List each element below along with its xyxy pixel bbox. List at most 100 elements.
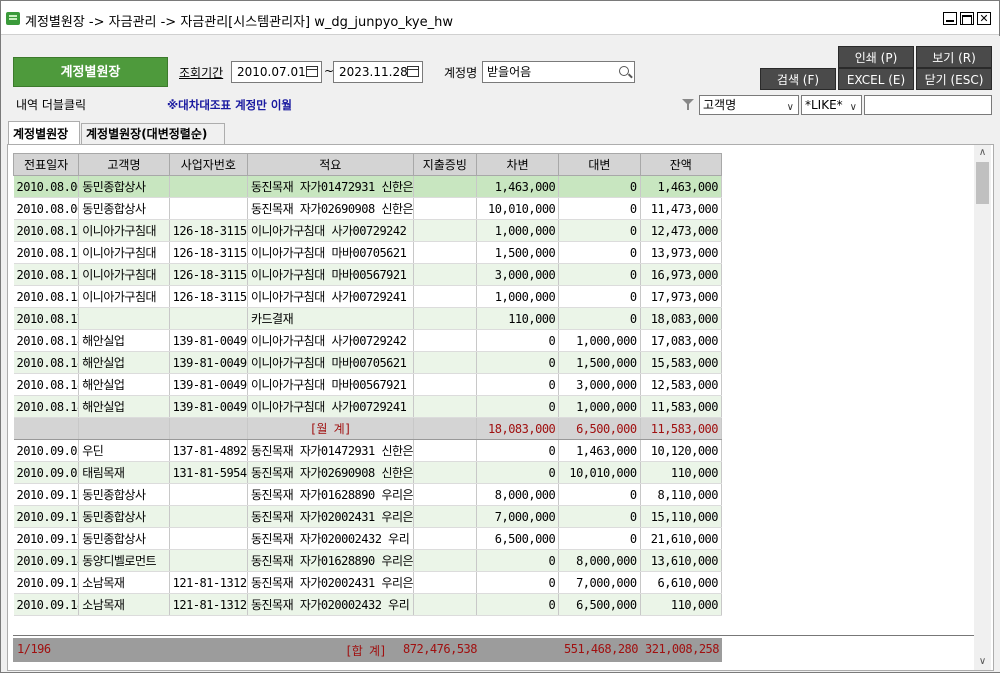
print-button[interactable]: 인쇄 (P) bbox=[838, 46, 914, 68]
table-cell: 이니아가구침대 마바00567921 bbox=[247, 373, 414, 396]
date-to-input[interactable]: 2023.11.28 bbox=[333, 61, 423, 83]
table-cell: 110,000 bbox=[640, 593, 723, 616]
detail-hint: 내역 더블클릭 bbox=[16, 98, 87, 112]
table-cell: 이니아가구침대 마바00567921 bbox=[247, 263, 414, 286]
table-cell bbox=[413, 483, 477, 506]
column-header[interactable]: 지출증빙 bbox=[412, 153, 477, 176]
table-row[interactable]: 2010.08.18 해안실업 139-81-00495 이니아가구침대 마바0056… bbox=[13, 373, 723, 396]
table-cell bbox=[169, 527, 248, 550]
table-cell: 0 bbox=[558, 219, 641, 242]
table-cell: 동양디벨로먼트 bbox=[78, 549, 170, 572]
view-button[interactable]: 보기 (R) bbox=[916, 46, 992, 68]
table-cell: 동진목재 자가01472931 신한은 bbox=[247, 175, 414, 198]
total-balance: 321,008,258 bbox=[645, 642, 719, 656]
table-cell: 이니아가구침대 사가00729241 bbox=[247, 395, 414, 418]
table-cell: 1,463,000 bbox=[640, 175, 723, 198]
table-row[interactable]: 2010.09.02 우딘 137-81-48926 동진목재 자가01472931 … bbox=[13, 439, 723, 462]
table-cell bbox=[413, 395, 477, 418]
close-icon[interactable]: ✕ bbox=[977, 12, 991, 25]
maximize-icon[interactable] bbox=[960, 12, 974, 25]
table-cell: 2010.08.06 bbox=[13, 175, 80, 198]
table-row[interactable]: 2010.08.06 동민종합상사 동진목재 자가02690908 신한은 10,01… bbox=[13, 197, 723, 220]
table-row[interactable]: 2010.08.13 이니아가구침대 126-18-31154 이니아가구침대 마바0… bbox=[13, 263, 723, 286]
table-cell bbox=[413, 373, 477, 396]
table-cell: 0 bbox=[558, 505, 641, 528]
date-from-input[interactable]: 2010.07.01 bbox=[231, 61, 322, 83]
filter-value-input[interactable] bbox=[864, 95, 992, 115]
table-cell: 2010.08.06 bbox=[13, 197, 80, 220]
calendar-icon[interactable] bbox=[306, 66, 318, 77]
table-row[interactable]: 2010.09.02 태림목재 131-81-59541 동진목재 자가0269090… bbox=[13, 461, 723, 484]
table-row[interactable]: 2010.08.13 이니아가구침대 126-18-31154 이니아가구침대 사가0… bbox=[13, 285, 723, 308]
table-cell: 15,110,000 bbox=[640, 505, 723, 528]
table-cell bbox=[413, 263, 477, 286]
close-button[interactable]: 닫기 (ESC) bbox=[916, 68, 992, 90]
filter-field-select[interactable]: 고객명 ∨ bbox=[699, 95, 799, 115]
table-cell: 17,083,000 bbox=[640, 329, 723, 352]
search-icon[interactable] bbox=[619, 66, 629, 76]
column-header[interactable]: 사업자번호 bbox=[168, 153, 248, 176]
table-cell: 0 bbox=[476, 461, 560, 484]
ledger-grid: 전표일자 고객명 사업자번호 적요 지출증빙 차변 대변 잔액 2010.08.… bbox=[12, 153, 723, 616]
table-cell: 2010.08.18 bbox=[13, 351, 80, 374]
table-cell: 동민종합상사 bbox=[78, 175, 170, 198]
table-cell bbox=[413, 197, 477, 220]
calendar-icon[interactable] bbox=[407, 66, 419, 77]
table-cell: 0 bbox=[476, 373, 560, 396]
scroll-up-icon[interactable]: ∧ bbox=[974, 145, 991, 161]
table-row[interactable]: 2010.08.13 이니아가구침대 126-18-31154 이니아가구침대 사가0… bbox=[13, 219, 723, 242]
table-cell: 이니아가구침대 bbox=[78, 285, 170, 308]
table-cell bbox=[413, 285, 477, 308]
table-cell: 6,500,000 bbox=[476, 527, 560, 550]
table-row[interactable]: 2010.08.17 카드결재 110,000 0 18,083,000 bbox=[13, 307, 723, 330]
column-header[interactable]: 고객명 bbox=[78, 153, 170, 176]
table-cell: 0 bbox=[558, 263, 641, 286]
table-row[interactable]: 2010.09.17 동민종합상사 동진목재 자가01628890 우리은 8,000… bbox=[13, 483, 723, 506]
table-cell: 동진목재 자가02690908 신한은 bbox=[247, 197, 414, 220]
filter-icon bbox=[682, 98, 695, 111]
tab-ledger-credit-sorted[interactable]: 계정별원장(대변정렬순) bbox=[81, 123, 225, 146]
table-cell: 0 bbox=[558, 241, 641, 264]
scroll-thumb[interactable] bbox=[976, 162, 989, 204]
table-cell: 8,110,000 bbox=[640, 483, 723, 506]
column-header[interactable]: 차변 bbox=[475, 153, 560, 176]
table-row[interactable]: 2010.08.18 해안실업 139-81-00495 이니아가구침대 사가0072… bbox=[13, 395, 723, 418]
table-cell: 0 bbox=[476, 593, 560, 616]
chevron-down-icon: ∨ bbox=[849, 102, 857, 113]
search-button[interactable]: 검색 (F) bbox=[760, 68, 836, 90]
table-row[interactable]: 2010.09.18 동양디벨로먼트 동진목재 자가01628890 우리은 0 8,0… bbox=[13, 549, 723, 572]
total-credit: 551,468,280 bbox=[564, 642, 638, 656]
table-cell: 동민종합상사 bbox=[78, 483, 170, 506]
column-header[interactable]: 대변 bbox=[558, 153, 641, 176]
minimize-icon[interactable] bbox=[943, 12, 957, 25]
table-cell: 126-18-31154 bbox=[169, 241, 248, 264]
table-cell: 2010.08.18 bbox=[13, 373, 80, 396]
table-cell: 2010.09.17 bbox=[13, 527, 80, 550]
table-cell: 소남목재 bbox=[78, 593, 170, 616]
filter-operator-select[interactable]: *LIKE* ∨ bbox=[801, 95, 862, 115]
excel-button[interactable]: EXCEL (E) bbox=[838, 68, 914, 90]
table-cell: 121-81-13121 bbox=[169, 593, 248, 616]
table-cell: 17,973,000 bbox=[640, 285, 723, 308]
app-icon bbox=[6, 12, 20, 25]
column-header[interactable]: 전표일자 bbox=[12, 153, 80, 176]
table-row[interactable]: 2010.09.18 소남목재 121-81-13121 동진목재 자가0200024… bbox=[13, 593, 723, 616]
table-cell: 동민종합상사 bbox=[78, 505, 170, 528]
chevron-down-icon: ∨ bbox=[786, 102, 794, 113]
table-row[interactable]: 2010.08.18 해안실업 139-81-00495 이니아가구침대 마바0070… bbox=[13, 351, 723, 374]
scroll-down-icon[interactable]: ∨ bbox=[974, 654, 991, 670]
table-row[interactable]: 2010.08.06 동민종합상사 동진목재 자가01472931 신한은 1,463… bbox=[13, 175, 723, 198]
column-header[interactable]: 적요 bbox=[246, 153, 414, 176]
table-row[interactable]: 2010.09.17 동민종합상사 동진목재 자가02002431 우리은 7,000… bbox=[13, 505, 723, 528]
table-cell: 카드결재 bbox=[247, 307, 414, 330]
table-row[interactable]: 2010.09.17 동민종합상사 동진목재 자가020002432 우리 6,500… bbox=[13, 527, 723, 550]
column-header[interactable]: 잔액 bbox=[639, 153, 723, 176]
tab-ledger[interactable]: 계정별원장 bbox=[8, 121, 80, 146]
filter-field-value: 고객명 bbox=[703, 98, 737, 112]
table-cell: 131-81-59541 bbox=[169, 461, 248, 484]
account-input[interactable]: 받을어음 bbox=[482, 61, 635, 83]
table-row[interactable]: 2010.09.18 소남목재 121-81-13121 동진목재 자가0200243… bbox=[13, 571, 723, 594]
table-row[interactable]: 2010.08.13 이니아가구침대 126-18-31154 이니아가구침대 마바0… bbox=[13, 241, 723, 264]
table-row[interactable]: 2010.08.18 해안실업 139-81-00495 이니아가구침대 사가0072… bbox=[13, 329, 723, 352]
vertical-scrollbar[interactable]: ∧ ∨ bbox=[974, 145, 991, 670]
